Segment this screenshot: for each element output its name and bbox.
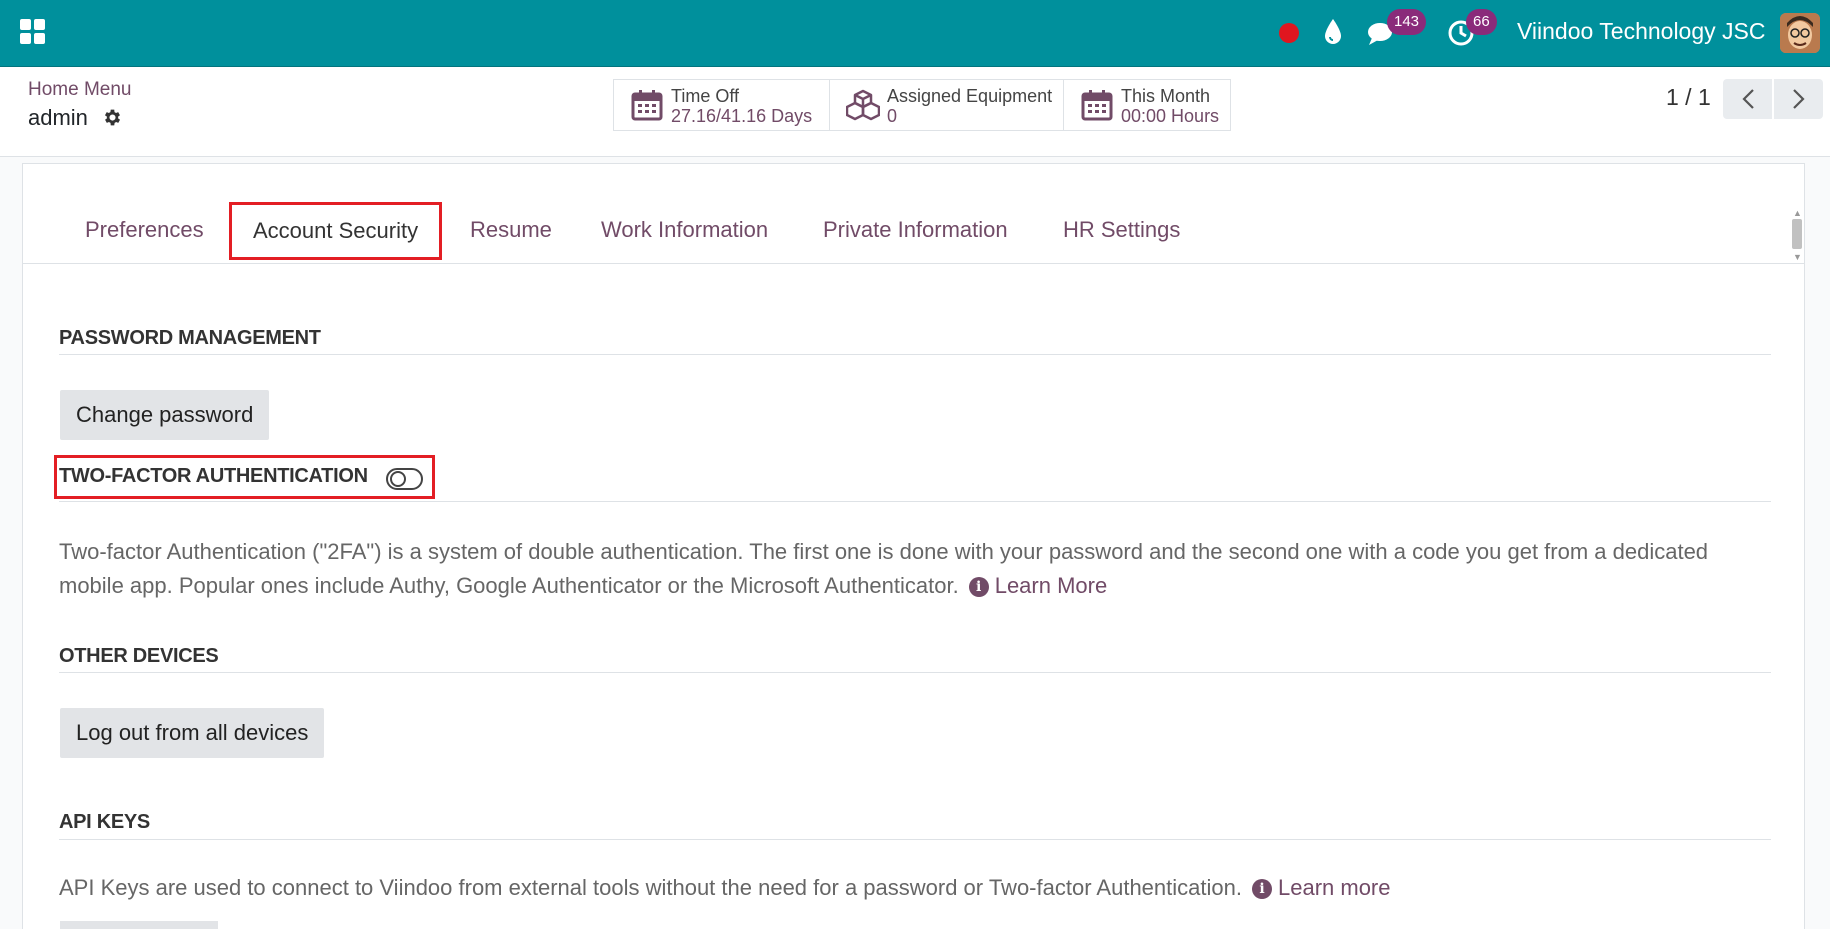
- stat-label: Assigned Equipment: [887, 86, 1053, 106]
- stat-value: 27.16/41.16 Days: [671, 106, 813, 126]
- tfa-description-line1: Two-factor Authentication ("2FA") is a s…: [59, 539, 1709, 564]
- stat-label: This Month: [1121, 86, 1211, 106]
- api-keys-description: API Keys are used to connect to Viindoo …: [59, 871, 1771, 905]
- tab-account-security[interactable]: Account Security: [229, 202, 443, 260]
- gear-icon[interactable]: [102, 107, 123, 128]
- chevron-left-icon: [1741, 89, 1754, 109]
- tab-work-information[interactable]: Work Information: [601, 202, 768, 263]
- pager-value[interactable]: 1 / 1: [1666, 84, 1711, 111]
- new-api-key-button[interactable]: [60, 921, 218, 929]
- tab-hr-settings[interactable]: HR Settings: [1063, 202, 1180, 263]
- divider: [59, 672, 1771, 673]
- section-title-tfa: TWO-FACTOR AUTHENTICATION: [59, 465, 368, 487]
- water-drop-icon[interactable]: [1321, 17, 1345, 47]
- tab-private-information[interactable]: Private Information: [823, 202, 1008, 263]
- api-keys-description-text: API Keys are used to connect to Viindoo …: [59, 875, 1242, 900]
- info-icon: i: [968, 577, 989, 597]
- chevron-right-icon: [1792, 89, 1805, 109]
- stat-button-this-month[interactable]: This Month 00:00 Hours: [1064, 80, 1230, 130]
- stat-buttons: Time Off 27.16/41.16 Days Assigned Equip…: [613, 79, 1231, 131]
- tabs-scrollbar[interactable]: ▲ ▼: [1790, 207, 1804, 263]
- divider: [59, 354, 1771, 355]
- info-icon: i: [1251, 879, 1272, 899]
- tfa-learn-more-link[interactable]: Learn More: [995, 573, 1108, 598]
- messages-count-badge: 143: [1387, 9, 1427, 35]
- company-switcher[interactable]: Viindoo Technology JSC: [1517, 18, 1766, 45]
- control-panel: Home Menu admin Time Off 27.16/41.16 Day…: [0, 67, 1830, 157]
- api-learn-more-link[interactable]: Learn more: [1278, 875, 1391, 900]
- divider: [59, 501, 1771, 502]
- activities-count-badge: 66: [1466, 9, 1497, 35]
- cubes-icon: [846, 89, 880, 121]
- section-title-password: PASSWORD MANAGEMENT: [59, 327, 321, 349]
- tab-preferences[interactable]: Preferences: [85, 202, 204, 263]
- tfa-description-line2: mobile app. Popular ones include Authy, …: [59, 573, 959, 598]
- change-password-button[interactable]: Change password: [60, 390, 270, 440]
- stat-label: Time Off: [671, 86, 740, 106]
- apps-menu-icon[interactable]: [20, 19, 45, 44]
- tfa-toggle[interactable]: [386, 468, 423, 490]
- section-title-api-keys: API KEYS: [59, 811, 150, 833]
- breadcrumb-current: admin: [28, 105, 88, 130]
- stat-button-assigned-equipment[interactable]: Assigned Equipment 0: [830, 80, 1064, 130]
- tfa-description: Two-factor Authentication ("2FA") is a s…: [59, 535, 1771, 603]
- form-sheet: Preferences Account Security Resume Work…: [22, 163, 1805, 929]
- divider: [59, 839, 1771, 840]
- pager-next-button[interactable]: [1774, 79, 1823, 119]
- breadcrumb-home-menu[interactable]: Home Menu: [28, 79, 132, 101]
- section-title-other-devices: OTHER DEVICES: [59, 645, 219, 667]
- user-avatar[interactable]: [1780, 13, 1820, 53]
- stat-value: 00:00 Hours: [1121, 106, 1220, 126]
- pager-previous-button[interactable]: [1723, 79, 1772, 119]
- stat-button-time-off[interactable]: Time Off 27.16/41.16 Days: [614, 80, 830, 130]
- logout-all-devices-button[interactable]: Log out from all devices: [60, 708, 325, 758]
- notebook-tabs: Preferences Account Security Resume Work…: [23, 202, 1804, 264]
- top-navbar: 143 66 Viindoo Technology JSC: [0, 0, 1830, 67]
- tab-resume[interactable]: Resume: [470, 202, 552, 263]
- stat-value: 0: [887, 106, 898, 126]
- calendar-icon: [631, 90, 663, 121]
- recording-indicator-icon[interactable]: [1279, 23, 1299, 43]
- calendar-icon: [1081, 90, 1113, 121]
